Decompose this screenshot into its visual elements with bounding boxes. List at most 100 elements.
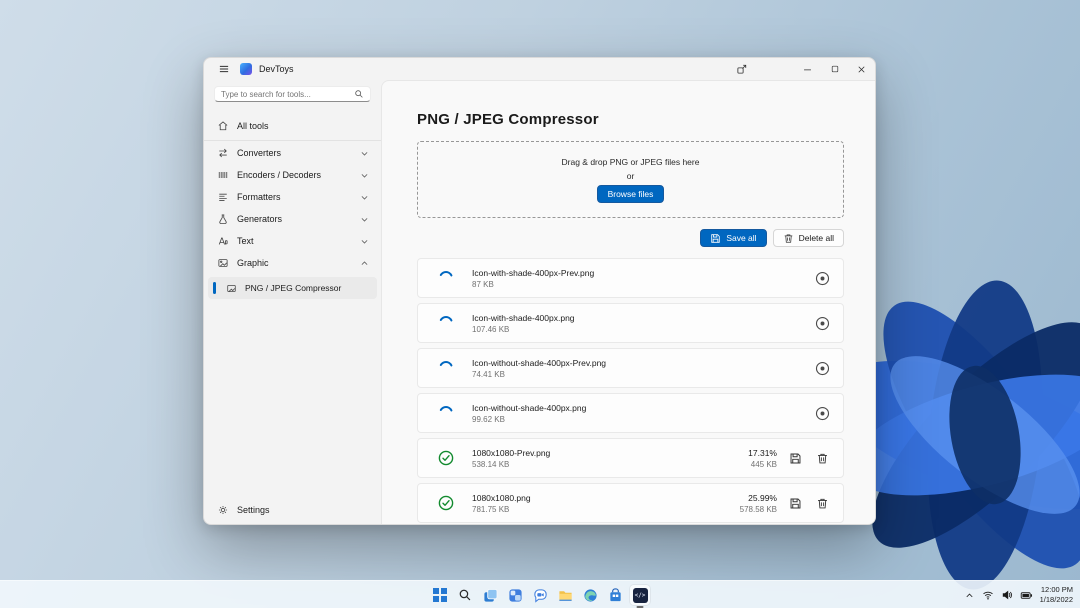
chat-button[interactable] bbox=[530, 585, 550, 605]
sidebar-item-label: Settings bbox=[237, 505, 270, 515]
taskbar-search[interactable] bbox=[455, 585, 475, 605]
search-input[interactable] bbox=[221, 90, 354, 99]
sidebar-item-png-jpeg-compressor[interactable]: PNG / JPEG Compressor bbox=[208, 277, 377, 299]
chevron-down-icon bbox=[360, 193, 369, 202]
cancel-circle-icon bbox=[815, 271, 830, 286]
file-info: Icon-with-shade-400px-Prev.png87 KB bbox=[472, 268, 594, 289]
chevron-down-icon bbox=[360, 171, 369, 180]
widgets-icon bbox=[508, 588, 523, 603]
compact-overlay-icon[interactable] bbox=[728, 58, 755, 80]
file-row: Icon-without-shade-400px-Prev.png74.41 K… bbox=[417, 348, 844, 388]
file-name: Icon-with-shade-400px.png bbox=[472, 313, 575, 323]
devtoys-taskbar-button[interactable]: </> bbox=[630, 585, 650, 605]
file-explorer-button[interactable] bbox=[555, 585, 575, 605]
file-explorer-icon bbox=[558, 588, 573, 603]
maximize-icon[interactable] bbox=[821, 58, 848, 80]
sidebar-item-all-tools[interactable]: All tools bbox=[208, 114, 377, 138]
sidebar-item-label: Graphic bbox=[237, 258, 269, 268]
devtoys-logo bbox=[240, 63, 252, 75]
main-content: PNG / JPEG Compressor Drag & drop PNG or… bbox=[381, 80, 875, 524]
sidebar-item-encoders-decoders[interactable]: Encoders / Decoders bbox=[208, 164, 377, 186]
delete-file-button[interactable] bbox=[813, 494, 831, 512]
wifi-icon[interactable] bbox=[982, 589, 994, 601]
check-circle-icon bbox=[438, 450, 454, 466]
file-info: 1080x1080.png 781.75 KB bbox=[472, 493, 531, 514]
save-all-button[interactable]: Save all bbox=[700, 229, 766, 247]
sidebar-item-formatters[interactable]: Formatters bbox=[208, 186, 377, 208]
search-icon[interactable] bbox=[354, 89, 364, 99]
close-icon[interactable] bbox=[848, 58, 875, 80]
task-view-icon bbox=[483, 588, 498, 603]
file-row: 1080x1080.png 781.75 KB 25.99% 578.58 KB bbox=[417, 483, 844, 523]
chevron-down-icon bbox=[360, 237, 369, 246]
home-icon bbox=[216, 120, 229, 132]
dropzone-instruction: Drag & drop PNG or JPEG files here bbox=[562, 157, 700, 167]
clock-time: 12:00 PM bbox=[1041, 585, 1073, 595]
sidebar-item-label: Text bbox=[237, 236, 254, 246]
sidebar-item-generators[interactable]: Generators bbox=[208, 208, 377, 230]
saving-percent: 25.99% bbox=[748, 493, 777, 503]
sidebar-item-text[interactable]: Text bbox=[208, 230, 377, 252]
file-size: 538.14 KB bbox=[472, 460, 550, 469]
save-icon bbox=[789, 452, 802, 465]
sidebar-divider bbox=[204, 140, 381, 141]
delete-file-button[interactable] bbox=[813, 449, 831, 467]
edge-button[interactable] bbox=[580, 585, 600, 605]
taskbar-clock[interactable]: 12:00 PM 1/18/2022 bbox=[1040, 585, 1073, 605]
page-title: PNG / JPEG Compressor bbox=[417, 111, 844, 128]
store-button[interactable] bbox=[605, 585, 625, 605]
save-file-button[interactable] bbox=[786, 449, 804, 467]
image-icon bbox=[216, 257, 229, 269]
check-circle-icon bbox=[438, 495, 454, 511]
barcode-icon bbox=[216, 169, 229, 181]
clock-date: 1/18/2022 bbox=[1040, 595, 1073, 605]
devtoys-window: DevToys bbox=[203, 57, 876, 525]
file-name: 1080x1080.png bbox=[472, 493, 531, 503]
sidebar-item-label: Generators bbox=[237, 214, 282, 224]
cancel-button[interactable] bbox=[813, 314, 831, 332]
cancel-button[interactable] bbox=[813, 269, 831, 287]
tray-chevron-up-icon[interactable] bbox=[964, 590, 975, 601]
widgets-button[interactable] bbox=[505, 585, 525, 605]
save-icon bbox=[710, 233, 721, 244]
volume-icon[interactable] bbox=[1001, 589, 1013, 601]
cancel-button[interactable] bbox=[813, 404, 831, 422]
delete-all-button[interactable]: Delete all bbox=[773, 229, 844, 247]
sidebar-item-graphic[interactable]: Graphic bbox=[208, 252, 377, 274]
battery-icon[interactable] bbox=[1020, 589, 1033, 602]
minimize-icon[interactable] bbox=[794, 58, 821, 80]
windows-logo-icon bbox=[433, 588, 446, 601]
browse-files-button[interactable]: Browse files bbox=[597, 185, 665, 203]
trash-icon bbox=[816, 452, 829, 465]
chevron-down-icon bbox=[360, 215, 369, 224]
converters-icon bbox=[216, 147, 229, 159]
spinner-icon bbox=[438, 360, 454, 376]
cancel-button[interactable] bbox=[813, 359, 831, 377]
taskbar: </> 12:00 PM 1/18/2022 bbox=[0, 580, 1080, 608]
save-all-label: Save all bbox=[726, 233, 756, 243]
cancel-circle-icon bbox=[815, 361, 830, 376]
gear-icon bbox=[216, 504, 229, 516]
file-size: 87 KB bbox=[472, 280, 594, 289]
cancel-circle-icon bbox=[815, 406, 830, 421]
titlebar: DevToys bbox=[204, 58, 875, 80]
file-size: 781.75 KB bbox=[472, 505, 531, 514]
file-name: 1080x1080-Prev.png bbox=[472, 448, 550, 458]
compressed-size: 578.58 KB bbox=[740, 505, 777, 514]
start-button[interactable] bbox=[430, 585, 450, 605]
sidebar-item-label: All tools bbox=[237, 121, 269, 131]
hamburger-menu-icon[interactable] bbox=[215, 63, 233, 75]
sidebar-item-label: Encoders / Decoders bbox=[237, 170, 321, 180]
sidebar-item-label: Formatters bbox=[237, 192, 281, 202]
cancel-circle-icon bbox=[815, 316, 830, 331]
chevron-up-icon bbox=[360, 259, 369, 268]
save-file-button[interactable] bbox=[786, 494, 804, 512]
save-icon bbox=[789, 497, 802, 510]
dropzone[interactable]: Drag & drop PNG or JPEG files here or Br… bbox=[417, 141, 844, 218]
file-info: Icon-without-shade-400px-Prev.png74.41 K… bbox=[472, 358, 606, 379]
task-view-button[interactable] bbox=[480, 585, 500, 605]
file-info: 1080x1080-Prev.png 538.14 KB bbox=[472, 448, 550, 469]
sidebar-item-settings[interactable]: Settings bbox=[208, 498, 377, 522]
compression-result: 17.31%445 KB bbox=[748, 448, 777, 469]
sidebar-item-converters[interactable]: Converters bbox=[208, 142, 377, 164]
